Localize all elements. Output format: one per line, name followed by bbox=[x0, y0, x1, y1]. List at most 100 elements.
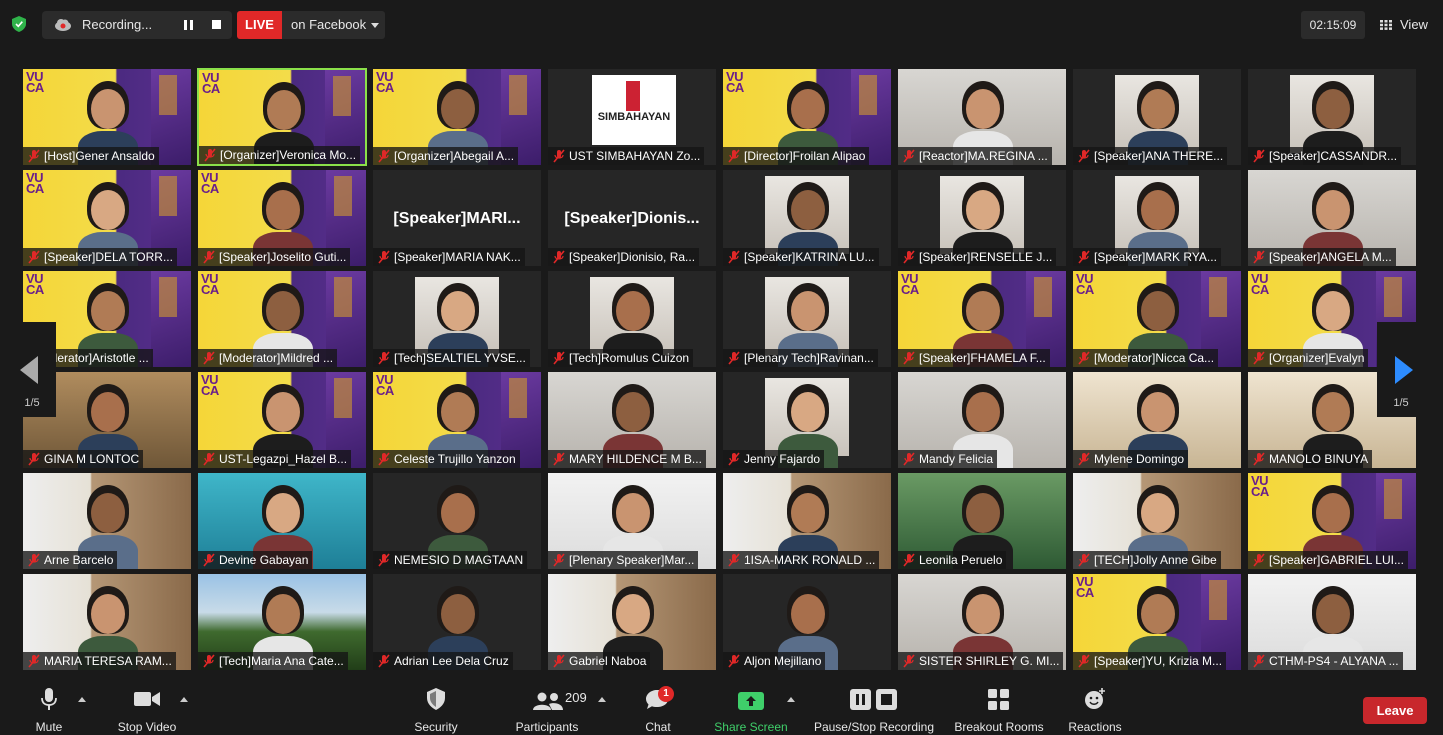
participant-face bbox=[266, 291, 300, 331]
muted-microphone-icon bbox=[903, 149, 915, 163]
participant-face bbox=[616, 493, 650, 533]
participant-tile[interactable]: [Speaker]KATRINA LU... bbox=[722, 169, 892, 267]
chevron-up-icon[interactable] bbox=[78, 697, 86, 702]
participant-name: Arne Barcelo bbox=[44, 553, 114, 567]
muted-microphone-icon bbox=[1078, 452, 1090, 466]
share-screen-button[interactable]: Share Screen bbox=[710, 686, 792, 734]
logo-text: SIMBAHAYAN bbox=[597, 111, 671, 123]
live-stream-dropdown[interactable]: LIVE on Facebook bbox=[237, 11, 385, 39]
muted-microphone-icon bbox=[728, 553, 740, 567]
participant-name: GINA M LONTOC bbox=[44, 452, 140, 466]
participant-name-bar: [Speaker]RENSELLE J... bbox=[898, 248, 1057, 266]
participant-tile[interactable]: VU CA UST-Legazpi_Hazel B... bbox=[197, 371, 367, 469]
chevron-up-icon[interactable] bbox=[180, 697, 188, 702]
participant-tile[interactable]: VU CA Celeste Trujillo Yanzon bbox=[372, 371, 542, 469]
participant-tile[interactable]: Aljon Mejillano bbox=[722, 573, 892, 671]
participant-tile[interactable]: [Tech]SEALTIEL YVSE... bbox=[372, 270, 542, 368]
participant-tile[interactable]: Gabriel Naboa bbox=[547, 573, 717, 671]
participant-name-bar: [Speaker]DELA TORR... bbox=[23, 248, 177, 266]
pause-stop-recording-button[interactable]: Pause/Stop Recording bbox=[810, 686, 938, 734]
previous-page-button[interactable]: 1/5 bbox=[8, 322, 56, 417]
participant-name: [Speaker]DELA TORR... bbox=[44, 250, 173, 264]
participant-name: [Plenary Speaker]Mar... bbox=[569, 553, 695, 567]
arrow-left-icon bbox=[20, 356, 38, 384]
breakout-rooms-button[interactable]: Breakout Rooms bbox=[950, 686, 1048, 734]
muted-microphone-icon bbox=[203, 351, 215, 365]
participant-tile[interactable]: VU CA [Moderator]Mildred ... bbox=[197, 270, 367, 368]
participant-tile[interactable]: Jenny Fajardo bbox=[722, 371, 892, 469]
mute-button[interactable]: Mute bbox=[24, 686, 74, 734]
muted-microphone-icon bbox=[1253, 351, 1265, 365]
participant-tile[interactable]: Arne Barcelo bbox=[22, 472, 192, 570]
chevron-up-icon[interactable] bbox=[598, 697, 606, 702]
participant-tile[interactable]: MARY HILDENCE M B... bbox=[547, 371, 717, 469]
participant-tile[interactable]: [Plenary Tech]Ravinan... bbox=[722, 270, 892, 368]
pause-stop-recording-label: Pause/Stop Recording bbox=[813, 720, 935, 734]
view-button[interactable]: View bbox=[1374, 11, 1434, 39]
participant-tile[interactable]: VU CA [Speaker]GABRIEL LUI... bbox=[1247, 472, 1417, 570]
stop-recording-icon[interactable] bbox=[212, 20, 221, 29]
participant-tile[interactable]: [Speaker]RENSELLE J... bbox=[897, 169, 1067, 267]
participant-tile[interactable]: NEMESIO D MAGTAAN bbox=[372, 472, 542, 570]
participant-tile[interactable]: [Tech]Maria Ana Cate... bbox=[197, 573, 367, 671]
chevron-up-icon[interactable] bbox=[787, 697, 795, 702]
muted-microphone-icon bbox=[28, 452, 40, 466]
participant-tile[interactable]: Devine Gabayan bbox=[197, 472, 367, 570]
stop-video-button[interactable]: Stop Video bbox=[110, 686, 184, 734]
participant-tile[interactable]: [Tech]Romulus Cuizon bbox=[547, 270, 717, 368]
participant-tile[interactable]: [Speaker]MARI... [Speaker]MARIA NAK... bbox=[372, 169, 542, 267]
security-button[interactable]: Security bbox=[405, 686, 467, 734]
participant-tile[interactable]: VU CA [Speaker]FHAMELA F... bbox=[897, 270, 1067, 368]
grid-view-icon bbox=[1380, 20, 1392, 30]
participant-tile[interactable]: Mylene Domingo bbox=[1072, 371, 1242, 469]
leave-button[interactable]: Leave bbox=[1363, 697, 1427, 724]
participant-name: [TECH]Jolly Anne Gibe bbox=[1094, 553, 1217, 567]
pause-recording-icon[interactable] bbox=[184, 20, 194, 30]
participant-tile[interactable]: VU CA [Director]Froilan Alipao bbox=[722, 68, 892, 166]
participant-name-bar: [Organizer]Veronica Mo... bbox=[199, 146, 361, 164]
participant-tile[interactable]: VU CA [Organizer]Veronica Mo... bbox=[197, 68, 367, 166]
participant-tile[interactable]: SISTER SHIRLEY G. MI... bbox=[897, 573, 1067, 671]
participant-tile[interactable]: CTHM-PS4 - ALYANA ... bbox=[1247, 573, 1417, 671]
participant-tile[interactable]: VU CA [Moderator]Nicca Ca... bbox=[1072, 270, 1242, 368]
participant-tile[interactable]: Mandy Felicia bbox=[897, 371, 1067, 469]
participant-tile[interactable]: MARIA TERESA RAM... bbox=[22, 573, 192, 671]
participant-name: [Organizer]Evalyn bbox=[1269, 351, 1365, 365]
participant-tile[interactable]: [Speaker]Dionis... [Speaker]Dionisio, Ra.… bbox=[547, 169, 717, 267]
participant-tile[interactable]: [Speaker]ANGELA M... bbox=[1247, 169, 1417, 267]
participant-name: Mandy Felicia bbox=[919, 452, 994, 466]
participant-tile[interactable]: [Reactor]MA.REGINA ... bbox=[897, 68, 1067, 166]
participant-name-bar: MANOLO BINUYA bbox=[1248, 450, 1373, 468]
muted-microphone-icon bbox=[1078, 654, 1090, 668]
participant-tile[interactable]: VU CA [Speaker]DELA TORR... bbox=[22, 169, 192, 267]
participant-tile[interactable]: [Plenary Speaker]Mar... bbox=[547, 472, 717, 570]
participant-tile[interactable]: VU CA [Host]Gener Ansaldo bbox=[22, 68, 192, 166]
participant-tile[interactable]: VU CA [Organizer]Abegail A... bbox=[372, 68, 542, 166]
participant-tile[interactable]: Adrian Lee Dela Cruz bbox=[372, 573, 542, 671]
next-page-button[interactable]: 1/5 bbox=[1377, 322, 1425, 417]
participant-name-bar: [Organizer]Abegail A... bbox=[373, 147, 519, 165]
participant-tile[interactable]: VU CA [Speaker]YU, Krizia M... bbox=[1072, 573, 1242, 671]
participant-tile[interactable]: [Speaker]ANA THERE... bbox=[1072, 68, 1242, 166]
participant-tile[interactable]: [Speaker]CASSANDR... bbox=[1247, 68, 1417, 166]
participant-name: [Speaker]Dionisio, Ra... bbox=[569, 250, 696, 264]
participant-name-bar: [Speaker]CASSANDR... bbox=[1248, 147, 1402, 165]
shield-icon[interactable] bbox=[12, 16, 26, 32]
participant-name-bar: Jenny Fajardo bbox=[723, 450, 825, 468]
muted-microphone-icon bbox=[553, 149, 565, 163]
smiley-icon bbox=[1085, 688, 1105, 709]
participant-tile[interactable]: Leonila Peruelo bbox=[897, 472, 1067, 570]
participant-face bbox=[1141, 89, 1175, 129]
participant-face bbox=[616, 291, 650, 331]
participant-face bbox=[441, 291, 475, 331]
participant-tile[interactable]: [TECH]Jolly Anne Gibe bbox=[1072, 472, 1242, 570]
participant-name-bar: [Director]Froilan Alipao bbox=[723, 147, 870, 165]
participant-tile[interactable]: 1ISA-MARK RONALD ... bbox=[722, 472, 892, 570]
reactions-button[interactable]: Reactions bbox=[1062, 686, 1128, 734]
participant-tile[interactable]: SIMBAHAYAN UST SIMBAHAYAN Zo... bbox=[547, 68, 717, 166]
participant-name-bar: Devine Gabayan bbox=[198, 551, 313, 569]
participant-face bbox=[441, 392, 475, 432]
participant-tile[interactable]: [Speaker]MARK RYA... bbox=[1072, 169, 1242, 267]
participant-face bbox=[1141, 594, 1175, 634]
participant-tile[interactable]: VU CA [Speaker]Joselito Guti... bbox=[197, 169, 367, 267]
